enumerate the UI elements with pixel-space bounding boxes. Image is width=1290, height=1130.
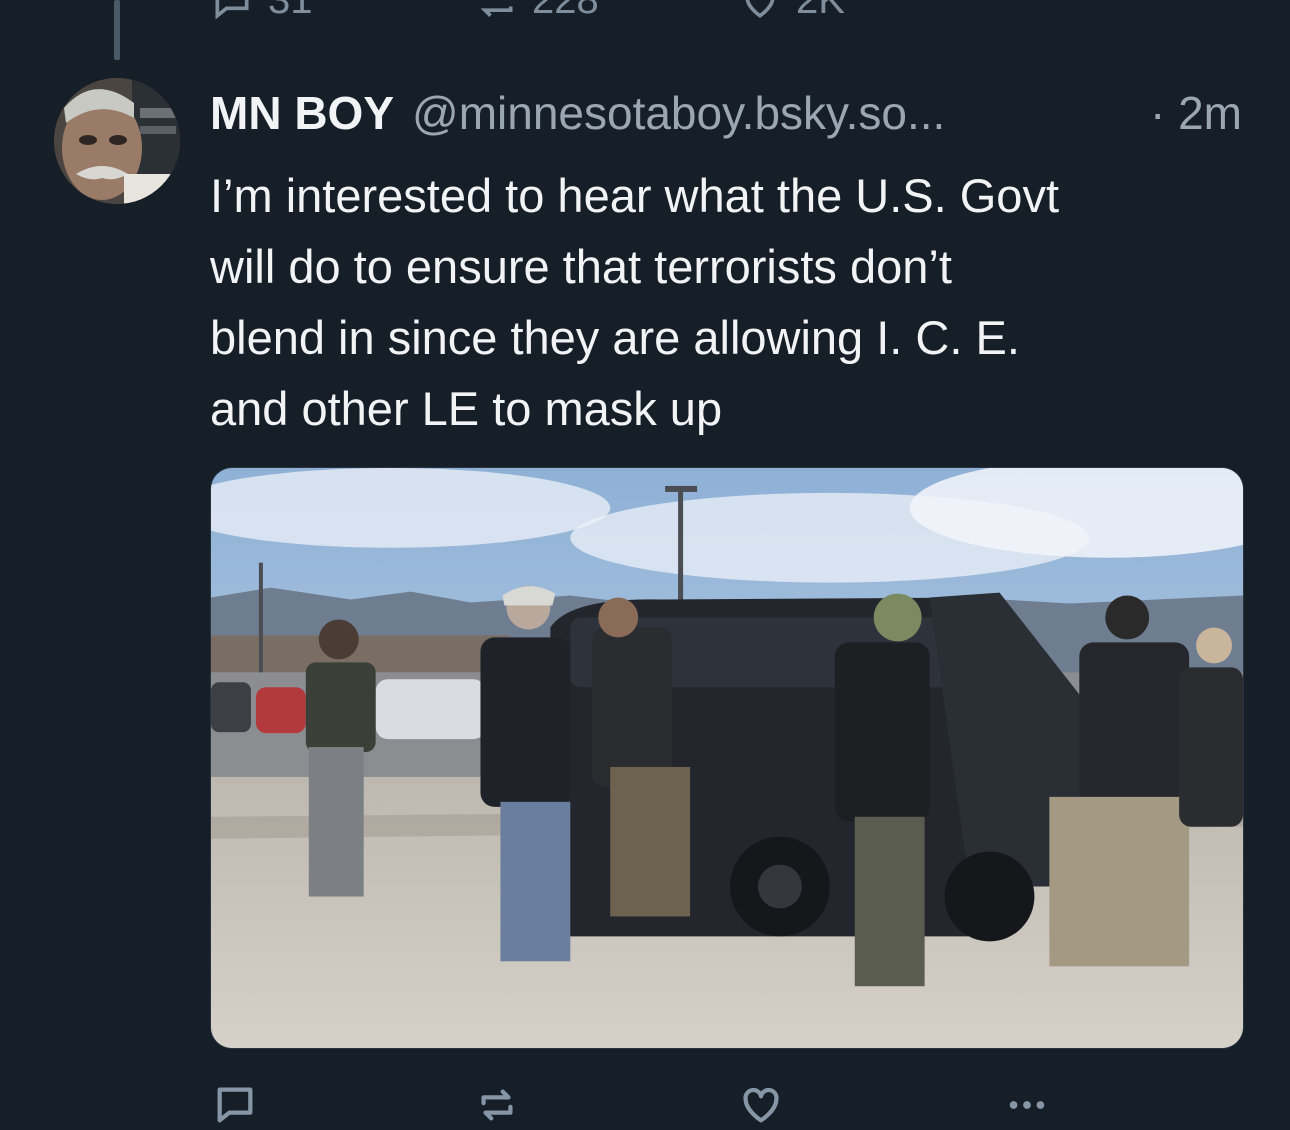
speech-bubble-icon: [217, 1087, 253, 1123]
post-text: I’m interested to hear what the U.S. Gov…: [210, 169, 1060, 435]
post-image[interactable]: [210, 467, 1244, 1049]
previous-like-count-label: 2K: [796, 0, 845, 22]
timestamp[interactable]: · 2m: [1150, 86, 1242, 140]
speech-bubble-icon: [215, 0, 249, 19]
avatar[interactable]: [54, 78, 180, 204]
post-header: MN BOY @minnesotaboy.bsky.so... · 2m: [210, 86, 1242, 146]
repost-arrows-icon: [481, 1089, 513, 1121]
like-button[interactable]: [736, 1080, 786, 1130]
previous-repost-count[interactable]: 228: [474, 0, 599, 23]
ellipsis-icon: [1009, 1101, 1045, 1109]
previous-repost-count-label: 228: [532, 0, 599, 22]
heart-icon: [745, 0, 775, 18]
post-actions: [0, 1080, 1290, 1130]
repost-button[interactable]: [472, 1080, 522, 1130]
previous-post-actions: 31 228 2K: [0, 0, 1290, 22]
repost-arrows-icon: [480, 6, 513, 17]
handle[interactable]: @minnesotaboy.bsky.so...: [412, 86, 945, 140]
previous-reply-count-label: 31: [268, 0, 313, 22]
previous-reply-count[interactable]: 31: [210, 0, 313, 23]
previous-like-count[interactable]: 2K: [738, 0, 845, 23]
avatar-image: [54, 78, 180, 204]
more-options-button[interactable]: [1002, 1080, 1052, 1130]
reply-button[interactable]: [210, 1080, 260, 1130]
heart-icon: [743, 1087, 779, 1123]
post-photo: [211, 468, 1243, 1048]
display-name[interactable]: MN BOY: [210, 86, 394, 140]
